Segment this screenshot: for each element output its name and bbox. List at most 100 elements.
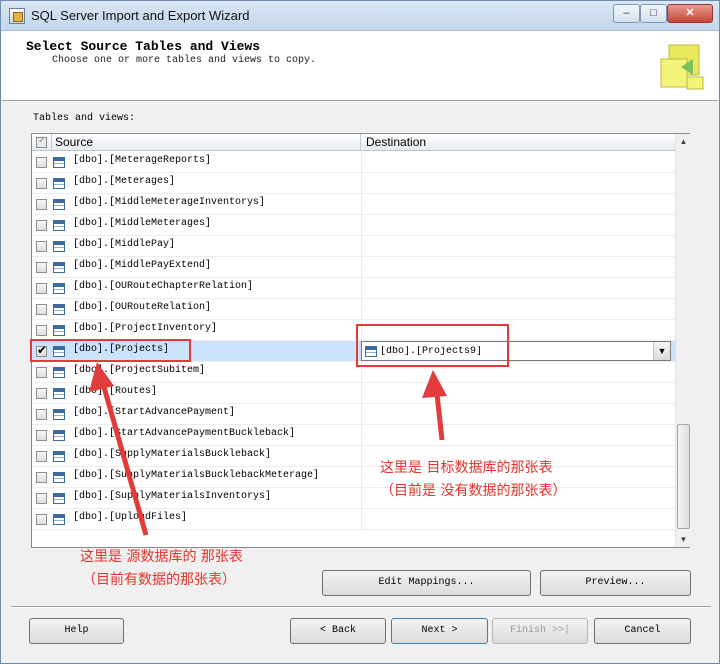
source-table-name: [dbo].[OURouteChapterRelation]	[73, 281, 254, 292]
table-row[interactable]: [dbo].[ProjectInventory]	[32, 320, 675, 341]
row-checkbox[interactable]	[36, 514, 47, 525]
source-annotation-line2: （目前有数据的那张表）	[82, 572, 236, 588]
vertical-scrollbar[interactable]: ▲ ▼	[675, 134, 690, 547]
source-table-name: [dbo].[Meterages]	[73, 176, 176, 187]
table-row[interactable]: [dbo].[SupplyMaterialsBuckleback]	[32, 446, 675, 467]
source-table-name: [dbo].[StartAdvancePayment]	[73, 407, 236, 418]
source-table-name: [dbo].[StartAdvancePaymentBuckleback]	[73, 428, 296, 439]
table-icon	[53, 472, 65, 483]
table-row[interactable]: [dbo].[ProjectSubitem]	[32, 362, 675, 383]
table-row[interactable]: [dbo].[MiddleMeterageInventorys]	[32, 194, 675, 215]
table-icon	[53, 388, 65, 399]
page-subtitle: Choose one or more tables and views to c…	[52, 55, 317, 66]
row-checkbox[interactable]	[36, 325, 47, 336]
table-row[interactable]: [dbo].[OURouteChapterRelation]	[32, 278, 675, 299]
table-icon	[53, 283, 65, 294]
row-checkbox[interactable]	[36, 241, 47, 252]
table-icon	[53, 430, 65, 441]
table-row[interactable]: [dbo].[UploadFiles]	[32, 509, 675, 530]
row-checkbox[interactable]	[36, 199, 47, 210]
table-row[interactable]: [dbo].[Meterages]	[32, 173, 675, 194]
table-row[interactable]: [dbo].[MeterageReports]	[32, 152, 675, 173]
source-table-name: [dbo].[MiddlePayExtend]	[73, 260, 212, 271]
table-row[interactable]: [dbo].[MiddlePayExtend]	[32, 257, 675, 278]
arrow-down-icon: ▼	[679, 535, 688, 544]
source-table-name: [dbo].[UploadFiles]	[73, 512, 188, 523]
column-separator	[361, 278, 362, 299]
source-table-name: [dbo].[SupplyMaterialsBucklebackMeterage…	[73, 470, 320, 481]
table-row[interactable]: [dbo].[MiddlePay]	[32, 236, 675, 257]
source-table-name: [dbo].[ProjectInventory]	[73, 323, 218, 334]
row-checkbox[interactable]	[36, 220, 47, 231]
window-title: SQL Server Import and Export Wizard	[31, 8, 250, 23]
destination-column-header[interactable]: Destination	[361, 134, 675, 151]
column-separator	[361, 152, 362, 173]
next-button[interactable]: Next >	[391, 618, 488, 644]
close-button[interactable]: ✕	[667, 4, 713, 23]
preview-button[interactable]: Preview...	[540, 570, 691, 596]
close-icon: ✕	[685, 7, 695, 19]
row-checkbox[interactable]	[36, 304, 47, 315]
table-row[interactable]: [dbo].[StartAdvancePaymentBuckleback]	[32, 425, 675, 446]
source-table-name: [dbo].[MeterageReports]	[73, 155, 212, 166]
minimize-icon: –	[623, 7, 630, 19]
source-table-name: [dbo].[OURouteRelation]	[73, 302, 212, 313]
chevron-down-icon: ▼	[657, 346, 667, 356]
row-checkbox[interactable]	[36, 388, 47, 399]
table-icon	[53, 493, 65, 504]
table-icon	[53, 409, 65, 420]
table-icon	[53, 451, 65, 462]
table-icon	[53, 178, 65, 189]
table-icon	[53, 199, 65, 210]
source-table-name: [dbo].[Routes]	[73, 386, 158, 397]
row-checkbox[interactable]	[36, 178, 47, 189]
minimize-button[interactable]: –	[613, 4, 640, 23]
table-row[interactable]: [dbo].[Routes]	[32, 383, 675, 404]
row-checkbox[interactable]	[36, 430, 47, 441]
grid-header: Source Destination	[32, 134, 675, 151]
column-separator	[361, 488, 362, 509]
table-row[interactable]: [dbo].[SupplyMaterialsInventorys]	[32, 488, 675, 509]
finish-button[interactable]: Finish >>|	[492, 618, 588, 644]
row-checkbox[interactable]	[36, 367, 47, 378]
scroll-down-button[interactable]: ▼	[676, 532, 691, 547]
column-separator	[361, 236, 362, 257]
maximize-icon: □	[650, 7, 657, 19]
source-highlight-box	[30, 339, 191, 362]
tables-and-views-label: Tables and views:	[33, 113, 136, 124]
destination-dropdown-button[interactable]: ▼	[653, 342, 670, 360]
wizard-graphic-icon	[660, 44, 704, 90]
title-bar[interactable]: SQL Server Import and Export Wizard – □ …	[1, 1, 719, 31]
row-checkbox[interactable]	[36, 472, 47, 483]
back-button[interactable]: < Back	[290, 618, 386, 644]
select-all-checkbox[interactable]	[36, 135, 47, 148]
table-row[interactable]: [dbo].[MiddleMeterages]	[32, 215, 675, 236]
row-checkbox[interactable]	[36, 262, 47, 273]
row-checkbox[interactable]	[36, 409, 47, 420]
table-row[interactable]: [dbo].[SupplyMaterialsBucklebackMeterage…	[32, 467, 675, 488]
source-table-name: [dbo].[SupplyMaterialsInventorys]	[73, 491, 272, 502]
scroll-thumb[interactable]	[677, 424, 690, 529]
destination-annotation-line2: （目前是 没有数据的那张表）	[380, 483, 567, 499]
table-icon	[53, 304, 65, 315]
row-checkbox[interactable]	[36, 451, 47, 462]
row-checkbox[interactable]	[36, 283, 47, 294]
table-icon	[53, 514, 65, 525]
table-row[interactable]: [dbo].[StartAdvancePayment]	[32, 404, 675, 425]
source-annotation-line1: 这里是 源数据库的 那张表	[80, 549, 243, 565]
column-separator	[361, 404, 362, 425]
column-separator	[361, 173, 362, 194]
scroll-up-button[interactable]: ▲	[676, 134, 691, 149]
row-checkbox[interactable]	[36, 493, 47, 504]
help-button[interactable]: Help	[29, 618, 124, 644]
table-row[interactable]: [dbo].[OURouteRelation]	[32, 299, 675, 320]
maximize-button[interactable]: □	[640, 4, 667, 23]
source-table-name: [dbo].[MiddlePay]	[73, 239, 176, 250]
cancel-button[interactable]: Cancel	[594, 618, 691, 644]
page-title: Select Source Tables and Views	[26, 39, 261, 54]
row-checkbox[interactable]	[36, 157, 47, 168]
select-all-column[interactable]	[32, 134, 52, 151]
column-separator	[361, 194, 362, 215]
source-column-header[interactable]: Source	[52, 134, 361, 151]
edit-mappings-button[interactable]: Edit Mappings...	[322, 570, 531, 596]
